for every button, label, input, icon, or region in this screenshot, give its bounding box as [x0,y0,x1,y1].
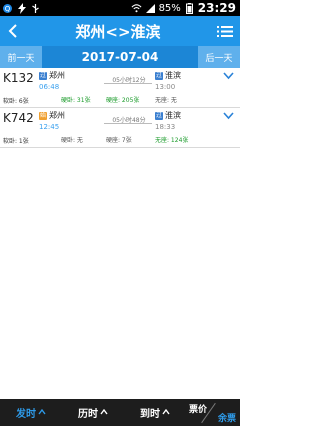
clock: 23:29 [197,1,236,15]
status-bar: Q 85% 23:29 [0,0,240,16]
sort-up-icon [38,408,46,418]
departure-station-name: 郑州 [49,111,65,120]
arrival-time: 18:33 [155,123,176,131]
departure-time: 12:45 [39,123,60,131]
header: 郑州<>淮滨 [0,16,240,46]
train-row[interactable]: K742 始 郑州 12:45 05小时48分 过 淮滨 18:33 软卧: 1… [0,108,240,148]
sort-duration-button[interactable]: 历时 [62,405,124,420]
departure-time: 06:48 [39,83,60,91]
arrival-time: 13:00 [155,83,176,91]
sort-up-icon [162,408,170,418]
hard-sleeper-count: 硬卧: 无 [61,137,83,144]
back-chevron-icon [8,24,17,38]
train-number: K742 [3,111,34,125]
hard-seat-count: 硬座: 205张 [106,97,140,104]
departure-station: 始 郑州 [39,110,65,121]
sort-arrive-time-label: 到时 [140,409,160,420]
pass-through-badge: 过 [155,71,163,80]
no-seat-count: 无座: 无 [155,97,177,104]
menu-list-icon [217,25,233,37]
back-button[interactable] [0,16,26,46]
price-remaining-toggle[interactable]: 票价 余票 [186,399,240,426]
battery-percent: 85% [158,2,181,14]
train-number: K132 [3,71,34,85]
svg-text:Q: Q [5,5,11,13]
arrival-station-name: 淮滨 [165,71,181,80]
expand-chevron-icon[interactable] [223,70,234,83]
arrival-station: 过 淮滨 [155,70,181,81]
origin-badge: 始 [39,111,47,120]
remaining-label: 余票 [217,414,236,424]
prev-day-button[interactable]: 前一天 [0,46,42,68]
soft-sleeper-count: 软卧: 1张 [3,138,29,145]
charging-icon [16,2,27,14]
sort-duration-label: 历时 [78,409,98,420]
pass-through-badge: 过 [155,111,163,120]
date-bar: 前一天 2017-07-04 后一天 [0,46,240,68]
no-seat-count: 无座: 124张 [155,137,189,144]
menu-button[interactable] [210,16,240,46]
departure-station-name: 郑州 [49,71,65,80]
selected-date[interactable]: 2017-07-04 [42,50,198,64]
signal-icon [145,3,156,14]
arrival-station-name: 淮滨 [165,111,181,120]
arrival-station: 过 淮滨 [155,110,181,121]
sort-depart-time-label: 发时 [16,409,36,420]
pass-through-badge: 过 [39,71,47,80]
duration-line [104,83,152,84]
sort-arrive-time-button[interactable]: 到时 [124,405,186,420]
sort-depart-time-button[interactable]: 发时 [0,405,62,420]
duration-line [104,123,152,124]
route-title: 郑州<>淮滨 [75,22,161,41]
battery-icon [184,2,195,14]
departure-station: 过 郑州 [39,70,65,81]
hard-seat-count: 硬座: 7张 [106,137,132,144]
sort-up-icon [100,408,108,418]
next-day-button[interactable]: 后一天 [198,46,240,68]
sort-bar: 发时 历时 到时 票价 余票 [0,399,240,426]
wifi-icon [131,3,142,14]
train-list: K132 过 郑州 06:48 05小时12分 过 淮滨 13:00 软卧: 6… [0,68,240,148]
expand-chevron-icon[interactable] [223,110,234,123]
hard-sleeper-count: 硬卧: 31张 [61,97,91,104]
soft-sleeper-count: 软卧: 6张 [3,98,29,105]
train-row[interactable]: K132 过 郑州 06:48 05小时12分 过 淮滨 13:00 软卧: 6… [0,68,240,108]
price-label: 票价 [189,405,208,415]
usb-icon [30,3,41,14]
app-notification-icon: Q [2,3,13,14]
